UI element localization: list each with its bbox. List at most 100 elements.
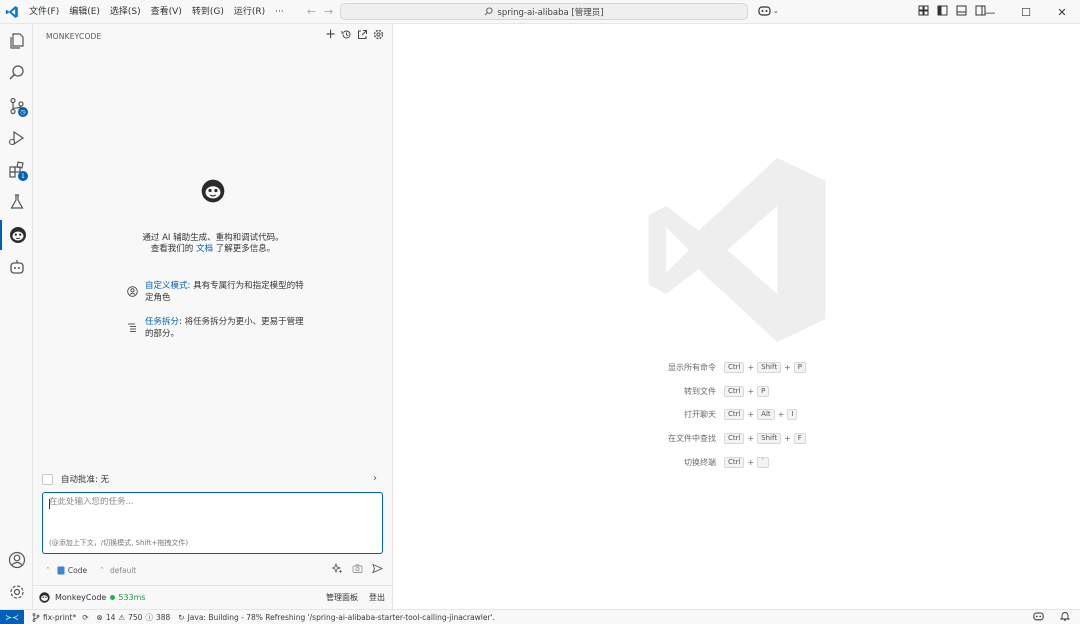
editor-empty-area: 显示所有命令 Ctrl + Shift + P 转到文件 Ctrl + P 打开聊天 … xyxy=(393,24,1080,609)
enhance-prompt-sparkle-icon[interactable] xyxy=(332,563,343,574)
chevron-down-icon: ⌄ xyxy=(773,6,779,15)
mode-row: ⌃ Code ⌃ default xyxy=(45,563,383,577)
account-name: MonkeyCode xyxy=(55,593,107,602)
sync-icon[interactable]: ⟳ xyxy=(82,613,88,622)
warning-icon: ⚠ xyxy=(118,612,126,622)
settings-gear-icon[interactable] xyxy=(373,29,384,40)
menu-run[interactable]: 运行(R) xyxy=(229,0,270,24)
logout-link[interactable]: 登出 xyxy=(369,592,385,603)
run-debug-icon[interactable] xyxy=(0,123,33,153)
sidebar-title: MONKEYCODE xyxy=(46,32,102,41)
docs-link[interactable]: 文档 xyxy=(196,244,213,254)
monkeycode-avatar-icon xyxy=(39,592,50,603)
copilot-menu[interactable]: ⌄ xyxy=(758,5,779,16)
shortcut-label: 切换终端 xyxy=(684,458,716,467)
git-branch-icon xyxy=(32,612,40,622)
input-actions xyxy=(332,563,383,574)
key: Ctrl xyxy=(724,386,745,397)
custom-modes-link[interactable]: 自定义模式 xyxy=(145,281,188,291)
key: Alt xyxy=(757,409,775,420)
toggle-primary-sidebar-icon[interactable] xyxy=(937,5,948,16)
back-arrow-icon[interactable]: ← xyxy=(307,5,316,18)
notifications-bell-icon[interactable] xyxy=(1060,611,1070,621)
mode-selector[interactable]: Code xyxy=(68,566,87,575)
menu-edit[interactable]: 编辑(E) xyxy=(64,0,105,24)
menu-go[interactable]: 转到(G) xyxy=(187,0,229,24)
menu-bar: 文件(F) 编辑(E) 选择(S) 查看(V) 转到(G) 运行(R) ··· xyxy=(24,0,289,24)
open-external-icon[interactable] xyxy=(357,29,368,40)
close-icon[interactable]: ✕ xyxy=(1044,0,1080,24)
auto-approve-checkbox[interactable] xyxy=(42,473,53,485)
feature-task-split: 任务拆分: 将任务拆分为更小、更易于管理的部分。 xyxy=(127,316,305,340)
source-control-icon[interactable]: ◷ xyxy=(0,91,33,121)
task-input[interactable] xyxy=(49,497,374,507)
monkeycode-icon[interactable] xyxy=(0,220,33,250)
search-title: spring-ai-alibaba [管理员] xyxy=(497,7,604,18)
search-icon[interactable] xyxy=(0,58,33,88)
nav-arrows: ← → xyxy=(307,5,333,18)
shortcut-row: 转到文件 Ctrl + P xyxy=(393,386,1080,397)
status-dot-icon xyxy=(110,595,116,600)
shortcut-row: 打开聊天 Ctrl + Alt + I xyxy=(393,409,1080,420)
testing-flask-icon[interactable] xyxy=(0,187,33,217)
key: F xyxy=(793,433,806,444)
new-task-plus-icon[interactable]: + xyxy=(325,28,336,41)
error-icon: ⊗ xyxy=(96,612,103,622)
extensions-icon[interactable]: 1 xyxy=(0,155,33,185)
shortcut-keys: Ctrl + Alt + I xyxy=(724,409,798,420)
robot-icon[interactable] xyxy=(0,252,33,282)
account-icon[interactable] xyxy=(0,545,33,575)
key: P xyxy=(793,362,807,373)
history-icon[interactable] xyxy=(341,29,352,40)
key: Ctrl xyxy=(724,362,745,373)
clock-badge-icon: ◷ xyxy=(18,107,28,117)
key: Ctrl xyxy=(724,409,745,420)
shortcut-keys: Ctrl + ` xyxy=(724,457,769,468)
explorer-icon[interactable] xyxy=(0,26,33,56)
intro-docs-line: 查看我们的 文档 了解更多信息。 xyxy=(150,244,276,254)
latency-indicator: 533ms xyxy=(110,593,146,602)
git-branch[interactable]: fix-print* ⟳ xyxy=(32,613,89,622)
key: Ctrl xyxy=(724,433,745,444)
send-icon[interactable] xyxy=(372,563,383,574)
admin-panel-link[interactable]: 管理面板 xyxy=(326,592,358,603)
task-input-hint: (@添加上下文，/切换模式, Shift+拖拽文件) xyxy=(49,539,189,547)
auto-approve-row[interactable]: 自动批准: 无 › xyxy=(42,471,383,487)
problems-indicator[interactable]: ⊗ 14 ⚠ 750 ⓘ 388 xyxy=(97,612,171,623)
loading-spinner-icon: ↻ xyxy=(178,612,185,622)
copilot-icon xyxy=(758,6,771,16)
code-mode-icon xyxy=(57,566,65,574)
menu-more[interactable]: ··· xyxy=(270,0,289,24)
remote-indicator-icon[interactable]: ≻≺ xyxy=(0,609,24,624)
key: Shift xyxy=(757,433,782,444)
vscode-logo-icon xyxy=(0,0,24,24)
info-icon: ⓘ xyxy=(145,612,153,622)
minimize-icon[interactable]: — xyxy=(972,0,1008,24)
feature-text: 任务拆分: 将任务拆分为更小、更易于管理的部分。 xyxy=(145,317,304,339)
menu-file[interactable]: 文件(F) xyxy=(24,0,64,24)
toggle-panel-icon[interactable] xyxy=(956,5,967,16)
forward-arrow-icon[interactable]: → xyxy=(324,5,333,18)
list-tree-icon xyxy=(128,323,136,332)
task-input-box[interactable]: (@添加上下文，/切换模式, Shift+拖拽文件) xyxy=(42,492,383,554)
chevron-right-icon[interactable]: › xyxy=(373,473,377,484)
key: P xyxy=(757,386,770,397)
shortcut-label: 转到文件 xyxy=(684,387,716,396)
maximize-icon[interactable]: ☐ xyxy=(1008,0,1044,24)
sidebar-footer: MonkeyCode 533ms 管理面板 登出 xyxy=(33,585,393,609)
footer-links: 管理面板 登出 xyxy=(326,592,385,603)
customize-layout-icon[interactable] xyxy=(918,5,929,16)
java-status[interactable]: ↻ Java: Building - 78% Refreshing '/spri… xyxy=(178,613,495,622)
auto-approve-label: 自动批准: 无 xyxy=(61,475,110,485)
shortcut-row: 切换终端 Ctrl + ` xyxy=(393,457,1080,468)
menu-selection[interactable]: 选择(S) xyxy=(105,0,146,24)
settings-gear-icon[interactable] xyxy=(0,577,33,607)
shortcut-label: 在文件中查找 xyxy=(668,434,716,443)
menu-view[interactable]: 查看(V) xyxy=(146,0,187,24)
copilot-status-icon[interactable] xyxy=(1033,611,1044,621)
shortcut-keys: Ctrl + Shift + F xyxy=(724,433,806,444)
profile-selector[interactable]: default xyxy=(110,566,136,575)
task-split-link[interactable]: 任务拆分 xyxy=(145,317,179,327)
camera-icon[interactable] xyxy=(352,563,363,574)
command-center-search[interactable]: spring-ai-alibaba [管理员] xyxy=(340,3,748,20)
